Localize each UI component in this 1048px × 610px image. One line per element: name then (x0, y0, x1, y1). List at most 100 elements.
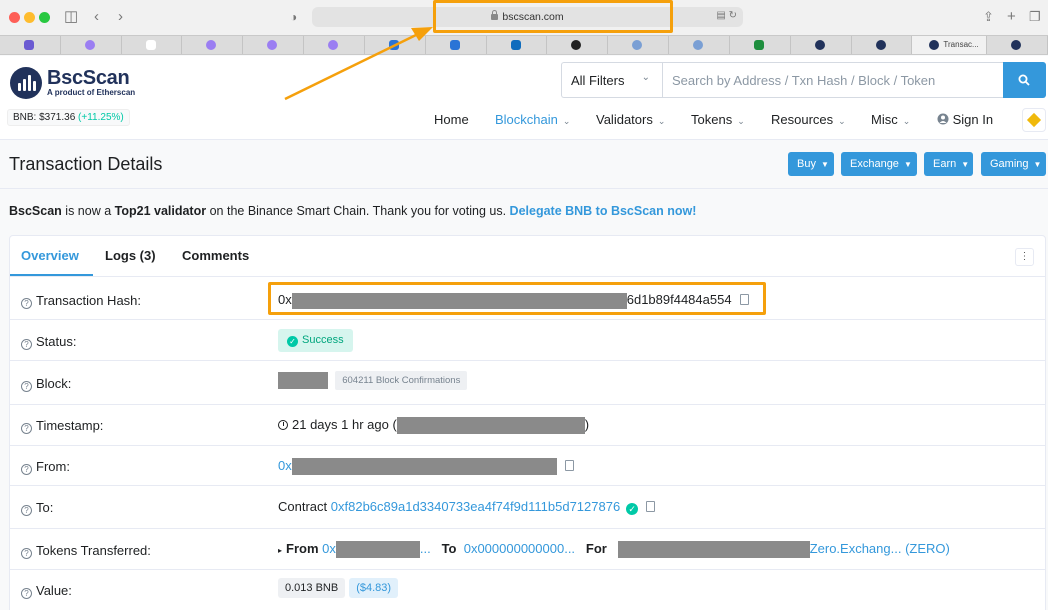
tab-favicon-icon (693, 40, 704, 50)
row-label: Status: (36, 334, 77, 349)
tt-to-address-link[interactable]: 0x000000000000... (464, 541, 575, 556)
help-icon[interactable]: ? (21, 339, 32, 350)
browser-tab[interactable] (61, 36, 122, 54)
earn-button[interactable]: Earn ▼ (924, 152, 973, 176)
browser-tab[interactable] (547, 36, 609, 54)
active-browser-tab[interactable]: Transac... (912, 36, 988, 54)
browser-tab[interactable] (987, 36, 1048, 54)
nav-blockchain[interactable]: Blockchain ⌄ (495, 112, 570, 127)
row-transaction-hash: ? Transaction Hash: 0x 6d1b89f4484a554 (10, 278, 1045, 320)
from-address-link[interactable]: 0x (278, 458, 292, 473)
buy-button[interactable]: Buy ▼ (788, 152, 834, 176)
chevron-down-icon: ⌄ (657, 116, 666, 126)
back-icon[interactable]: ‹ (94, 8, 99, 26)
help-icon[interactable]: ? (21, 464, 32, 475)
nav-sign-in[interactable]: Sign In (937, 112, 993, 127)
nav-label: Blockchain (495, 112, 558, 127)
tab-strip: Transac... (0, 35, 1048, 55)
validator-notice: BscScan is now a Top21 validator on the … (9, 204, 696, 218)
browser-tab[interactable] (365, 36, 426, 54)
more-options-icon[interactable]: ⋮ (1015, 248, 1034, 266)
minimize-window-button[interactable] (24, 12, 35, 23)
browser-tab[interactable] (243, 36, 305, 54)
bscscan-logo-icon[interactable] (10, 67, 42, 99)
tab-logs[interactable]: Logs (3) (105, 248, 156, 263)
tab-overview-icon[interactable]: ❐ (1029, 8, 1041, 26)
gaming-button[interactable]: Gaming ▼ (981, 152, 1046, 176)
tt-for-label: For (585, 541, 607, 556)
value-bnb-badge: 0.013 BNB (278, 578, 346, 598)
jira-favicon-icon (388, 40, 399, 50)
help-icon[interactable]: ? (21, 548, 32, 559)
translate-reload-icon[interactable]: ▤ ↻ (716, 10, 737, 21)
button-label: Gaming (990, 158, 1029, 170)
tab-favicon-icon (145, 40, 156, 50)
row-label: Block: (36, 376, 72, 391)
copy-icon[interactable] (564, 457, 579, 471)
forward-icon[interactable]: › (118, 8, 123, 26)
nav-tokens[interactable]: Tokens ⌄ (691, 112, 745, 127)
browser-tab[interactable] (122, 36, 183, 54)
browser-tab[interactable] (0, 36, 61, 54)
nav-misc[interactable]: Misc ⌄ (871, 112, 910, 127)
row-status: ? Status: ✓ Success (10, 320, 1045, 361)
token-link[interactable]: Zero.Exchang... (ZERO) (810, 541, 950, 556)
browser-tab[interactable] (852, 36, 913, 54)
new-tab-icon[interactable]: + (1007, 8, 1016, 26)
help-icon[interactable]: ? (21, 588, 32, 599)
user-icon (937, 113, 949, 125)
clock-icon (278, 420, 288, 430)
search-button[interactable] (1003, 62, 1046, 98)
browser-tab[interactable] (669, 36, 730, 54)
browser-tab[interactable] (426, 36, 487, 54)
lock-icon (491, 10, 499, 20)
row-tokens-transferred: ? Tokens Transferred: ▸ From 0x... To 0x00… (10, 529, 1045, 570)
copy-icon[interactable] (739, 291, 754, 305)
help-icon[interactable]: ? (21, 505, 32, 516)
redacted-block-number[interactable] (278, 372, 328, 389)
bnb-network-button[interactable] (1022, 108, 1046, 132)
delegate-link[interactable]: Delegate BNB to BscScan now! (510, 204, 697, 218)
chevron-down-icon: ⌄ (838, 116, 846, 126)
page-title: Transaction Details (9, 154, 163, 174)
tab-title: Transac... (943, 40, 979, 49)
browser-tab[interactable] (791, 36, 852, 54)
close-window-button[interactable] (9, 12, 20, 23)
tab-favicon-icon (206, 40, 217, 50)
nav-home[interactable]: Home (434, 112, 469, 127)
share-icon[interactable]: ⇪ (983, 8, 994, 26)
privacy-shield-icon[interactable]: ◑ (290, 8, 297, 26)
browser-tab[interactable] (487, 36, 548, 54)
row-to: ? To: Contract 0xf82b6c89a1d3340733ea4f74… (10, 486, 1045, 529)
sidebar-icon[interactable]: ◫ (64, 8, 78, 26)
exchange-button[interactable]: Exchange ▼ (841, 152, 917, 176)
tab-comments[interactable]: Comments (182, 248, 249, 263)
nav-resources[interactable]: Resources ⌄ (771, 112, 846, 127)
search-filter-select[interactable]: All Filters ⌄ (561, 62, 662, 98)
chevron-down-icon: ▼ (903, 160, 912, 169)
tab-overview[interactable]: Overview (21, 248, 79, 263)
zoom-window-button[interactable] (39, 12, 50, 23)
browser-tab[interactable] (182, 36, 244, 54)
notice-bold: Top21 validator (114, 204, 207, 218)
nav-label: Resources (771, 112, 834, 127)
help-icon[interactable]: ? (21, 423, 32, 434)
tt-from-address-link[interactable]: 0x (322, 541, 336, 556)
outlook-favicon-icon (510, 40, 521, 50)
browser-tab[interactable] (304, 36, 365, 54)
tt-to-label: To (441, 541, 457, 556)
logo-name[interactable]: BscScan (47, 67, 130, 90)
url-text: bscscan.com (502, 11, 564, 23)
search-input[interactable] (662, 62, 1004, 98)
to-address-link[interactable]: 0xf82b6c89a1d3340733ea4f74f9d111b5d71278… (331, 499, 620, 514)
help-icon[interactable]: ? (21, 381, 32, 392)
check-circle-icon: ✓ (287, 336, 298, 347)
address-bar[interactable]: bscscan.com ▤ ↻ (312, 7, 743, 27)
value-usd-badge: ($4.83) (349, 578, 399, 598)
browser-tab[interactable] (730, 36, 791, 54)
chevron-down-icon: ⌄ (902, 116, 911, 126)
copy-icon[interactable] (646, 498, 661, 512)
help-icon[interactable]: ? (21, 298, 32, 309)
nav-validators[interactable]: Validators ⌄ (596, 112, 665, 127)
browser-tab[interactable] (608, 36, 670, 54)
